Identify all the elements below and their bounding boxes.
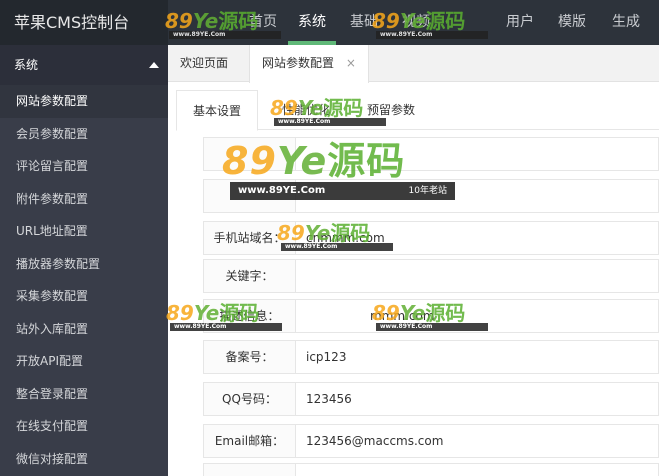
sidebar: 系统 网站参数配置 会员参数配置 评论留言配置 附件参数配置 URL地址配置 播… — [0, 45, 168, 476]
sidebar-item-player-config[interactable]: 播放器参数配置 — [0, 248, 168, 281]
icp-input[interactable]: icp123 — [306, 341, 346, 373]
sidebar-item-wechat-config[interactable]: 微信对接配置 — [0, 443, 168, 476]
field-label-icp: 备案号： — [204, 341, 296, 373]
sidebar-section-system[interactable]: 系统 — [0, 45, 168, 85]
tab-welcome[interactable]: 欢迎页面 — [168, 45, 240, 82]
watermark-logo: 89Ye源码 www.89YE.Com — [270, 97, 400, 129]
sidebar-section-label: 系统 — [14, 58, 39, 72]
field-label-qq: QQ号码： — [204, 383, 296, 415]
field-label-keywords: 关键字： — [204, 260, 296, 292]
close-icon[interactable]: × — [346, 56, 356, 70]
nav-templates[interactable]: 模版 — [550, 0, 594, 45]
sidebar-item-login-config[interactable]: 整合登录配置 — [0, 378, 168, 411]
caret-up-icon — [149, 62, 159, 68]
form-row-keywords: 关键字： — [203, 259, 659, 293]
sidebar-item-site-config[interactable]: 网站参数配置 — [0, 85, 168, 118]
page-tabbar: 欢迎页面 网站参数配置 × — [168, 45, 659, 83]
form-row — [203, 463, 659, 476]
sidebar-item-import-config[interactable]: 站外入库配置 — [0, 313, 168, 346]
sidebar-item-attachment-config[interactable]: 附件参数配置 — [0, 183, 168, 216]
form-row-mobile-domain: 手机站域名： cnmmm.com — [203, 221, 659, 255]
top-header: 苹果CMS控制台 首页 系统 基础 视频 用户 模版 生成 — [0, 0, 659, 45]
subtab-basic[interactable]: 基本设置 — [176, 90, 259, 131]
sidebar-item-member-config[interactable]: 会员参数配置 — [0, 118, 168, 151]
watermark-logo: 89Ye源码 www.89YE.Com 10年老站 — [222, 138, 464, 206]
app-brand[interactable]: 苹果CMS控制台 — [0, 0, 168, 45]
form-row-email: Email邮箱： 123456@maccms.com — [203, 424, 659, 458]
watermark-logo: 89Ye源码 www.89YE.Com — [277, 222, 402, 254]
form-row-qq: QQ号码： 123456 — [203, 382, 659, 416]
watermark-logo: 89Ye源码 www.89YE.Com — [166, 302, 291, 334]
email-input[interactable]: 123456@maccms.com — [306, 425, 443, 457]
nav-users[interactable]: 用户 — [498, 0, 542, 45]
sidebar-item-url-config[interactable]: URL地址配置 — [0, 215, 168, 248]
watermark-logo: 89Ye源码 www.89YE.Com — [372, 302, 497, 334]
tab-site-config-label: 网站参数配置 — [262, 56, 335, 70]
nav-generate[interactable]: 生成 — [602, 0, 650, 45]
watermark-logo: 89Ye源码 www.89YE.Com — [372, 10, 502, 42]
sidebar-item-payment-config[interactable]: 在线支付配置 — [0, 410, 168, 443]
settings-subtabs: 基本设置 性能优化 预留参数 — [176, 90, 659, 131]
tab-site-config[interactable]: 网站参数配置 × — [249, 45, 369, 83]
field-label — [204, 464, 296, 476]
tab-welcome-label: 欢迎页面 — [180, 56, 229, 70]
main-content: 欢迎页面 网站参数配置 × 基本设置 性能优化 预留参数 手机站域名： cnmm… — [168, 45, 659, 476]
field-label-email: Email邮箱： — [204, 425, 296, 457]
form-row-icp: 备案号： icp123 — [203, 340, 659, 374]
sidebar-item-api-config[interactable]: 开放API配置 — [0, 345, 168, 378]
sidebar-item-comment-config[interactable]: 评论留言配置 — [0, 150, 168, 183]
nav-system[interactable]: 系统 — [288, 0, 336, 45]
watermark-logo: 89Ye源码 www.89YE.Com — [165, 10, 285, 42]
sidebar-item-collect-config[interactable]: 采集参数配置 — [0, 280, 168, 313]
qq-input[interactable]: 123456 — [306, 383, 352, 415]
